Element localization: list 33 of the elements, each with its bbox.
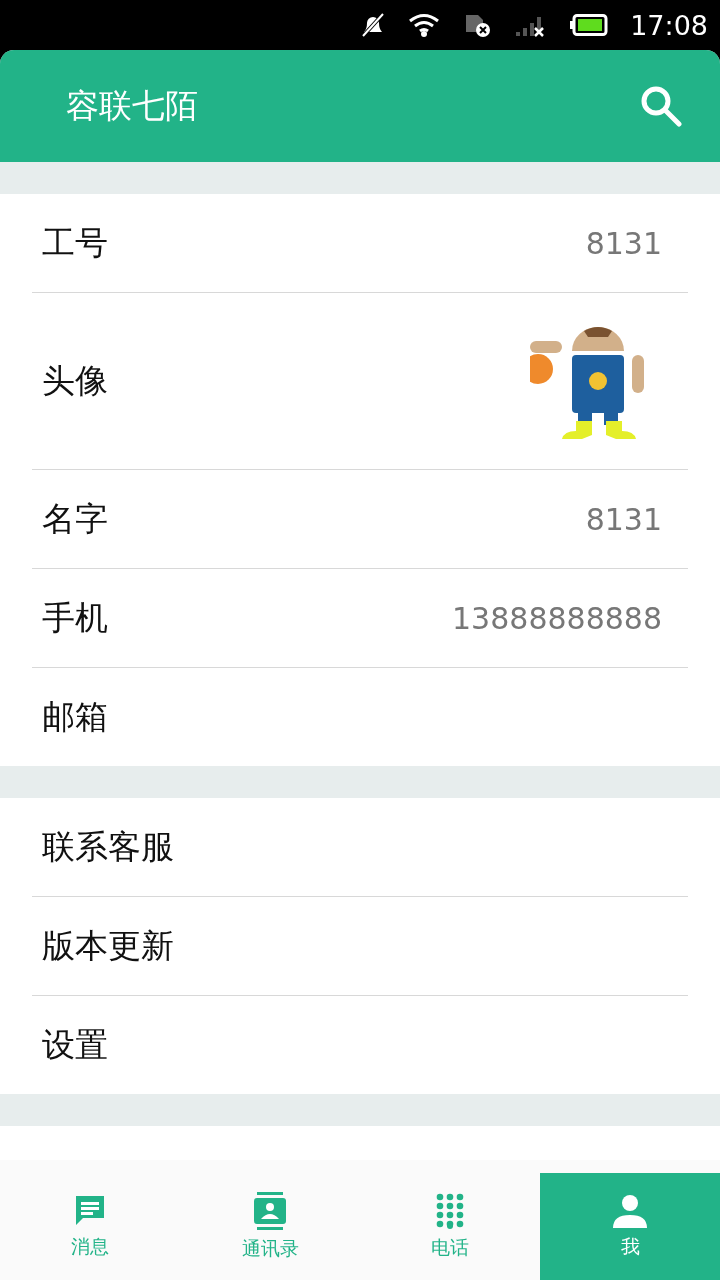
row-label: 设置 (42, 1023, 108, 1066)
clock-time: 17:08 (630, 9, 708, 41)
settings-row[interactable]: 头像 (32, 293, 688, 470)
settings-row[interactable]: 联系客服 (32, 798, 688, 897)
settings-row[interactable]: 手机 13888888888 (32, 569, 688, 668)
battery-icon (570, 14, 609, 36)
row-label: 邮箱 (42, 695, 108, 738)
wifi-icon (408, 13, 441, 37)
row-label: 头像 (42, 359, 108, 402)
row-value: 13888888888 (452, 600, 662, 636)
row-value: 8131 (585, 225, 662, 261)
search-icon[interactable] (640, 85, 682, 127)
tab-label: 电话 (431, 1234, 469, 1260)
settings-row[interactable]: 设置 (32, 996, 688, 1094)
settings-row[interactable]: 邮箱 (32, 668, 688, 766)
row-label: 名字 (42, 497, 108, 540)
row-value: 8131 (585, 501, 662, 537)
app-title: 容联七陌 (66, 84, 198, 127)
tab-label: 我 (620, 1233, 640, 1259)
chat-icon (73, 1193, 107, 1228)
row-label: 联系客服 (42, 825, 174, 868)
person-icon (612, 1193, 648, 1228)
row-label: 版本更新 (42, 924, 174, 967)
contacts-icon (253, 1191, 287, 1230)
dialpad-icon (436, 1192, 464, 1229)
settings-row[interactable]: 名字 8131 (32, 470, 688, 569)
row-label: 手机 (42, 596, 108, 639)
row-label: 工号 (42, 221, 108, 264)
tab-label: 消息 (71, 1233, 109, 1259)
tab-label: 通讯录 (241, 1235, 299, 1261)
bell-off-icon (360, 12, 387, 38)
settings-row[interactable]: 工号 8131 (32, 194, 688, 293)
settings-row[interactable]: 版本更新 (32, 897, 688, 996)
